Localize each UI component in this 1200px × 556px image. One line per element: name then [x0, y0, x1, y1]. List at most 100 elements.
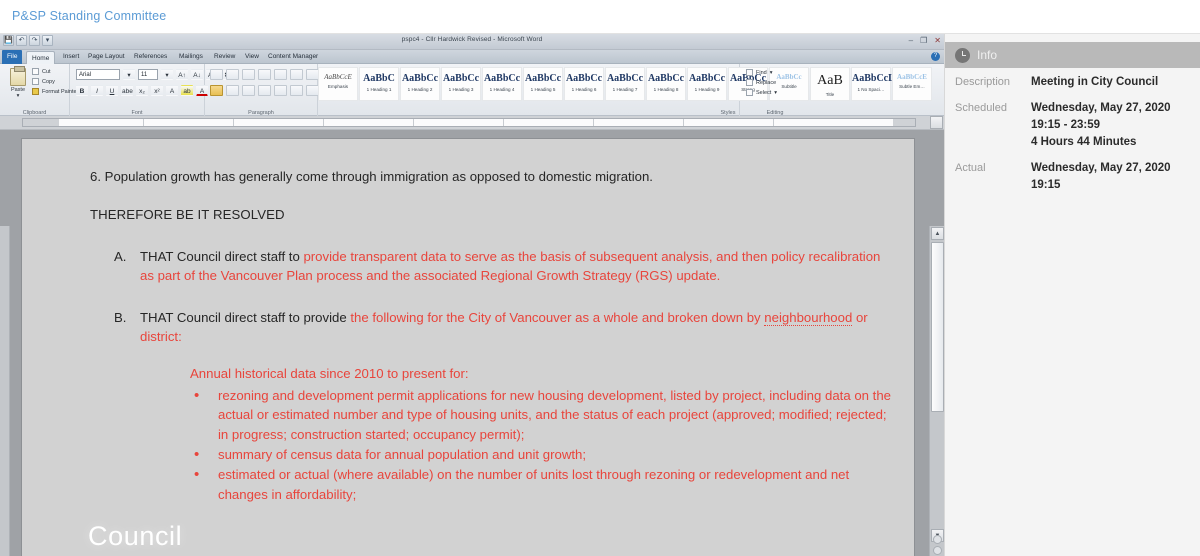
close-icon[interactable]: ✕: [934, 35, 941, 46]
style-item[interactable]: AaBbCc 1 Heading 2: [400, 67, 440, 101]
style-item[interactable]: AaBbCcL 1 No Spaci…: [851, 67, 895, 101]
info-value-line: Wednesday, May 27, 2020: [1031, 102, 1171, 114]
tab-review[interactable]: Review: [209, 50, 240, 64]
tab-view[interactable]: View: [240, 50, 264, 64]
info-key: Actual: [955, 162, 986, 174]
text-effects-icon[interactable]: A: [166, 85, 178, 96]
ruler-strip[interactable]: [22, 118, 916, 127]
info-row-actual: Actual Wednesday, May 27, 2020 19:15: [945, 160, 1200, 194]
italic-button[interactable]: I: [91, 85, 103, 96]
style-item[interactable]: AaBbCc 1 Heading 8: [646, 67, 686, 101]
previous-object-icon[interactable]: [933, 535, 942, 544]
document-paragraph-6: 6. Population growth has generally come …: [90, 169, 653, 184]
justify-icon[interactable]: [258, 85, 271, 96]
minimize-icon[interactable]: –: [909, 35, 913, 46]
grow-font-icon[interactable]: A↑: [176, 69, 188, 80]
font-size-chevron-icon[interactable]: ▾: [161, 69, 173, 80]
scroll-up-icon[interactable]: ▲: [931, 227, 944, 240]
font-size-input[interactable]: 11: [138, 69, 158, 80]
ribbon-group-clipboard: Paste ▾ Cut Copy Format Painter Clipboar…: [0, 64, 78, 116]
window-controls[interactable]: – ❐ ✕: [909, 35, 941, 46]
bullets-icon[interactable]: [210, 69, 223, 80]
replace-button[interactable]: Replace: [746, 79, 777, 86]
subscript-button[interactable]: x₂: [136, 85, 148, 96]
info-value: Wednesday, May 27, 2020 19:15 - 23:59 4 …: [1031, 100, 1171, 151]
app-root: P&SP Standing Committee 💾 ↶ ↷ ▾ pspc4 - …: [0, 0, 1200, 556]
style-item[interactable]: AaBbCc 1 Heading 4: [482, 67, 522, 101]
font-family-chevron-icon[interactable]: ▾: [123, 69, 135, 80]
shading-icon[interactable]: [290, 85, 303, 96]
sort-icon[interactable]: [290, 69, 303, 80]
tab-references[interactable]: References: [129, 50, 172, 64]
find-button[interactable]: Find ▾: [746, 69, 777, 76]
style-item[interactable]: AaBbC 1 Heading 1: [359, 67, 399, 101]
font-family-input[interactable]: Arial: [76, 69, 120, 80]
style-item[interactable]: AaBbCc 1 Heading 9: [687, 67, 727, 101]
item-a-marker: A.: [114, 248, 127, 264]
strikethrough-button[interactable]: abe: [121, 85, 133, 96]
tab-file[interactable]: File: [2, 50, 23, 64]
info-value-line: 4 Hours 44 Minutes: [1031, 136, 1137, 148]
paintbrush-icon: [32, 88, 39, 95]
item-a-black-text: THAT Council direct staff to: [140, 248, 304, 264]
style-item[interactable]: AaBbCc 1 Heading 7: [605, 67, 645, 101]
document-canvas[interactable]: 6. Population growth has generally come …: [0, 130, 944, 556]
ribbon: Paste ▾ Cut Copy Format Painter Clipboar…: [0, 64, 944, 116]
paste-button[interactable]: Paste ▾: [6, 66, 30, 99]
style-item[interactable]: AaBbCcE Emphasis: [318, 67, 358, 101]
help-icon[interactable]: ?: [931, 52, 940, 61]
vertical-scrollbar[interactable]: ▲ ▼: [929, 226, 944, 556]
paste-chevron-icon[interactable]: ▾: [6, 93, 30, 99]
align-center-icon[interactable]: [226, 85, 239, 96]
style-item[interactable]: AaB Title: [810, 67, 850, 101]
increase-indent-icon[interactable]: [274, 69, 287, 80]
replace-icon: [746, 79, 753, 86]
align-right-icon[interactable]: [242, 85, 255, 96]
tab-mailings[interactable]: Mailings: [174, 50, 208, 64]
tab-insert[interactable]: Insert: [58, 50, 84, 64]
line-spacing-icon[interactable]: [274, 85, 287, 96]
style-item[interactable]: AaBbCc 1 Heading 6: [564, 67, 604, 101]
info-value-line: Meeting in City Council: [1031, 76, 1159, 88]
scrollbar-thumb[interactable]: [931, 242, 944, 412]
bold-button[interactable]: B: [76, 85, 88, 96]
superscript-button[interactable]: x²: [151, 85, 163, 96]
ruler-left-margin: [23, 119, 59, 126]
tab-content-manager[interactable]: Content Manager: [263, 50, 323, 64]
select-button[interactable]: Select ▾: [746, 89, 777, 96]
underline-button[interactable]: U: [106, 85, 118, 96]
ribbon-group-paragraph: Paragraph: [205, 64, 319, 116]
find-icon: [746, 69, 753, 76]
next-object-icon[interactable]: [933, 546, 942, 555]
styles-gallery[interactable]: AaBbCcE Emphasis AaBbC 1 Heading 1 AaBbCc 1…: [318, 67, 932, 101]
word-window: 💾 ↶ ↷ ▾ pspc4 - Cllr Hardwick Revised - …: [0, 34, 944, 556]
shrink-font-icon[interactable]: A↓: [191, 69, 203, 80]
style-item[interactable]: AaBbCc 1 Heading 3: [441, 67, 481, 101]
document-body[interactable]: 6. Population growth has generally come …: [90, 167, 894, 505]
tab-page-layout[interactable]: Page Layout: [83, 50, 130, 64]
select-browse-object-button[interactable]: [930, 116, 943, 129]
ribbon-tab-bar[interactable]: File Home Insert Page Layout References …: [0, 50, 944, 64]
numbering-icon[interactable]: [226, 69, 239, 80]
page-title: P&SP Standing Committee: [12, 9, 167, 23]
info-panel-header: Info: [945, 42, 1200, 68]
multilevel-list-icon[interactable]: [242, 69, 255, 80]
document-page[interactable]: 6. Population growth has generally come …: [22, 139, 914, 556]
restore-icon[interactable]: ❐: [920, 35, 927, 46]
info-key: Scheduled: [955, 102, 1007, 114]
style-item[interactable]: AaBbCcE Subtle Em…: [892, 67, 932, 101]
style-item[interactable]: AaBbCc 1 Heading 5: [523, 67, 563, 101]
horizontal-ruler[interactable]: [0, 116, 944, 130]
align-left-icon[interactable]: [210, 85, 223, 96]
screen-share-stage: 💾 ↶ ↷ ▾ pspc4 - Cllr Hardwick Revised - …: [0, 34, 944, 556]
ribbon-group-editing: Find ▾ Replace Select ▾ Editing: [740, 64, 810, 116]
info-row-scheduled: Scheduled Wednesday, May 27, 2020 19:15 …: [945, 100, 1200, 151]
find-chevron-icon[interactable]: ▾: [770, 70, 773, 76]
list-item: estimated or actual (where available) on…: [190, 464, 894, 504]
tab-home[interactable]: Home: [26, 51, 56, 64]
select-chevron-icon[interactable]: ▾: [774, 90, 777, 96]
info-panel: Info Description Meeting in City Council…: [944, 34, 1200, 556]
text-highlight-color-icon[interactable]: ab: [181, 85, 193, 96]
select-icon: [746, 89, 753, 96]
decrease-indent-icon[interactable]: [258, 69, 271, 80]
